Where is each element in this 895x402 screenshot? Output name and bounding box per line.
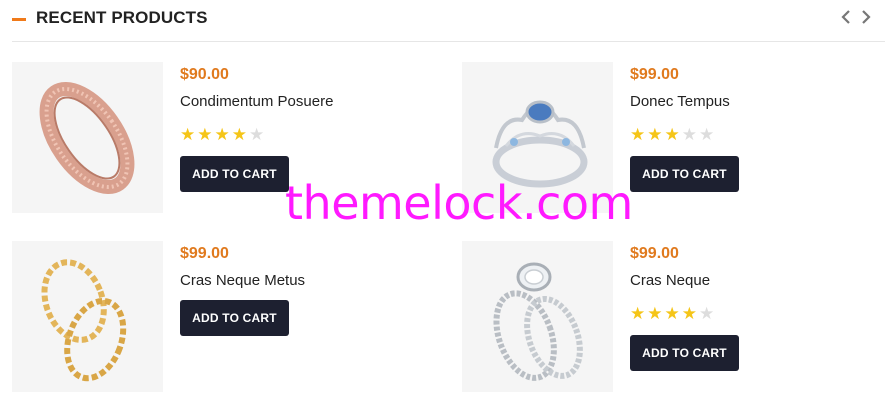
gold-stacked-rings-icon: [12, 241, 163, 392]
blue-tiara-ring-icon: [462, 62, 613, 213]
product-name[interactable]: Cras Neque: [630, 272, 710, 289]
product-card: $99.00 Cras Neque Metus ADD TO CART: [12, 241, 432, 393]
star-empty-icon: ★: [699, 125, 717, 144]
product-name[interactable]: Donec Tempus: [630, 93, 730, 110]
rose-gold-ring-icon: [12, 62, 163, 213]
star-filled-icon: ★: [681, 304, 699, 323]
add-to-cart-button[interactable]: ADD TO CART: [630, 335, 739, 371]
add-to-cart-button[interactable]: ADD TO CART: [180, 300, 289, 336]
section-title: RECENT PRODUCTS: [36, 8, 208, 27]
star-empty-icon: ★: [699, 304, 717, 323]
title-accent-dash: [12, 18, 26, 21]
product-price: $99.00: [180, 245, 229, 262]
star-empty-icon: ★: [681, 125, 699, 144]
product-image[interactable]: [12, 241, 163, 392]
star-filled-icon: ★: [180, 125, 198, 144]
product-image[interactable]: [462, 241, 613, 392]
product-price: $99.00: [630, 66, 679, 83]
prev-button[interactable]: [837, 8, 855, 26]
star-filled-icon: ★: [630, 304, 648, 323]
product-name[interactable]: Cras Neque Metus: [180, 272, 305, 289]
diamond-bridal-set-icon: [462, 241, 613, 392]
star-filled-icon: ★: [197, 125, 215, 144]
star-filled-icon: ★: [231, 125, 249, 144]
star-filled-icon: ★: [647, 304, 665, 323]
product-card: $90.00 Condimentum Posuere ★★★★★ ADD TO …: [12, 62, 432, 214]
star-empty-icon: ★: [249, 125, 267, 144]
star-filled-icon: ★: [647, 125, 665, 144]
product-card: $99.00 Cras Neque ★★★★★ ADD TO CART: [462, 241, 882, 393]
chevron-right-icon: [862, 10, 871, 24]
add-to-cart-button[interactable]: ADD TO CART: [180, 156, 289, 192]
add-to-cart-button[interactable]: ADD TO CART: [630, 156, 739, 192]
star-filled-icon: ★: [664, 125, 682, 144]
product-price: $90.00: [180, 66, 229, 83]
product-rating: ★★★★★: [630, 126, 716, 143]
next-button[interactable]: [857, 8, 875, 26]
product-card: $99.00 Donec Tempus ★★★★★ ADD TO CART: [462, 62, 882, 214]
product-price: $99.00: [630, 245, 679, 262]
product-name[interactable]: Condimentum Posuere: [180, 93, 333, 110]
product-image[interactable]: [462, 62, 613, 213]
section-header: RECENT PRODUCTS: [12, 0, 885, 42]
product-image[interactable]: [12, 62, 163, 213]
product-rating: ★★★★★: [180, 126, 266, 143]
chevron-left-icon: [841, 10, 850, 24]
star-filled-icon: ★: [214, 125, 232, 144]
star-filled-icon: ★: [664, 304, 682, 323]
star-filled-icon: ★: [630, 125, 648, 144]
product-rating: ★★★★★: [630, 305, 716, 322]
